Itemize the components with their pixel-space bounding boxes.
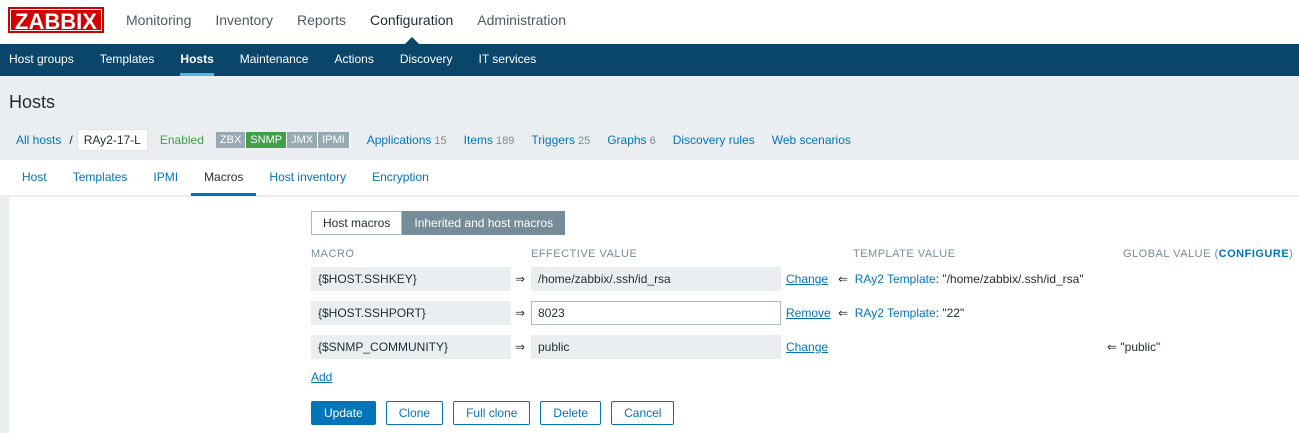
column-template-value: TEMPLATE VALUE [853,248,956,260]
effective-arrow: ⇒ [515,340,526,354]
availability-ipmi: IPMI [318,132,350,148]
breadcrumb-current-host[interactable]: RAy2-17-L [76,129,148,151]
sub-nav-actions[interactable]: Actions [321,44,386,76]
sub-nav-hosts[interactable]: Hosts [167,44,226,76]
macro-field: {$HOST.SSHKEY} [311,267,511,291]
macro-field: {$HOST.SSHPORT} [311,301,511,325]
full-clone-button[interactable]: Full clone [453,401,531,425]
breadcrumb-all-hosts[interactable]: All hosts [9,133,68,147]
link-items[interactable]: Items 189 [464,133,515,147]
tab-templates[interactable]: Templates [60,160,141,195]
breadcrumb-separator: / [69,133,73,147]
clone-button[interactable]: Clone [385,401,444,425]
host-macros-option[interactable]: Host macros [311,211,403,235]
template-link[interactable]: RAy2 Template [855,272,936,286]
form-buttons: Update Clone Full clone Delete Cancel [311,401,675,425]
main-nav-administration[interactable]: Administration [465,0,578,44]
template-value: ⇐ RAy2 Template: "/home/zabbix/.ssh/id_r… [838,272,1084,286]
column-macro: MACRO [311,248,355,260]
tab-host-inventory[interactable]: Host inventory [256,160,359,195]
main-nav-monitoring[interactable]: Monitoring [114,0,203,44]
tab-host[interactable]: Host [0,160,60,195]
value-field: public [531,335,781,359]
template-link[interactable]: RAy2 Template [855,306,936,320]
configure-link[interactable]: CONFIGURE [1219,248,1290,260]
column-global-value: GLOBAL VALUE (CONFIGURE) [1123,248,1294,260]
sub-nav-templates[interactable]: Templates [87,44,168,76]
macro-mode-switch: Host macros Inherited and host macros [311,211,566,235]
main-nav: Monitoring Inventory Reports Configurati… [114,0,578,44]
sub-nav: Host groups Templates Hosts Maintenance … [0,44,1299,76]
tab-macros[interactable]: Macros [191,160,257,196]
value-input[interactable]: 8023 [531,301,781,325]
availability-jmx: JMX [287,132,319,148]
top-bar: ZABBIX Monitoring Inventory Reports Conf… [0,0,1299,44]
inherited-macros-option[interactable]: Inherited and host macros [402,211,566,235]
link-triggers[interactable]: Triggers 25 [531,133,590,147]
delete-button[interactable]: Delete [540,401,602,425]
link-applications[interactable]: Applications 15 [367,133,447,147]
link-web-scenarios[interactable]: Web scenarios [772,133,851,147]
column-effective-value: EFFECTIVE VALUE [531,248,638,260]
link-discovery-rules[interactable]: Discovery rules [673,133,755,147]
template-value: ⇐ RAy2 Template: "22" [838,306,965,320]
zabbix-logo[interactable]: ZABBIX [8,7,104,34]
main-nav-inventory[interactable]: Inventory [203,0,285,44]
breadcrumb: All hosts / RAy2-17-L Enabled ZBX SNMP J… [9,128,851,152]
sub-nav-host-groups[interactable]: Host groups [0,44,87,76]
link-graphs[interactable]: Graphs 6 [607,133,655,147]
macro-field: {$SNMP_COMMUNITY} [311,335,511,359]
main-nav-reports[interactable]: Reports [285,0,358,44]
global-value: ⇐ "public" [1107,340,1161,354]
host-tabs: Host Templates IPMI Macros Host inventor… [0,160,1299,196]
effective-arrow: ⇒ [515,306,526,320]
value-field: /home/zabbix/.ssh/id_rsa [531,267,781,291]
remove-button[interactable]: Remove [786,306,831,320]
cancel-button[interactable]: Cancel [611,401,675,425]
effective-arrow: ⇒ [515,272,526,286]
main-nav-configuration[interactable]: Configuration [358,0,465,44]
tab-ipmi[interactable]: IPMI [140,160,191,195]
tab-encryption[interactable]: Encryption [359,160,442,195]
change-button[interactable]: Change [786,272,828,286]
availability-snmp: SNMP [246,132,288,148]
availability-badges: ZBX SNMP JMX IPMI [215,132,350,148]
status-enabled[interactable]: Enabled [160,133,204,147]
sub-nav-discovery[interactable]: Discovery [387,44,466,76]
sub-nav-maintenance[interactable]: Maintenance [227,44,322,76]
page-title: Hosts [9,92,56,112]
change-button[interactable]: Change [786,340,828,354]
sub-nav-it-services[interactable]: IT services [466,44,550,76]
update-button[interactable]: Update [311,401,376,425]
add-macro-link[interactable]: Add [311,370,332,384]
availability-zbx: ZBX [215,132,247,148]
